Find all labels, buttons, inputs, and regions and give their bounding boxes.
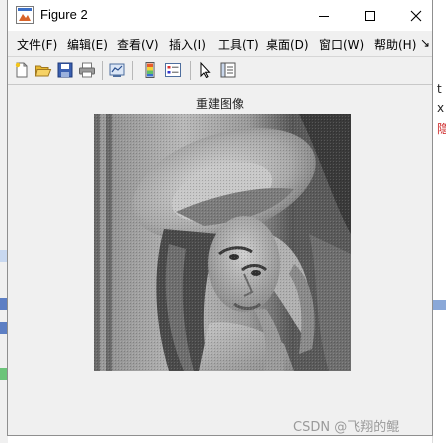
menu-tools[interactable]: 工具(T): [218, 36, 259, 53]
close-icon: [410, 10, 422, 21]
title-bar[interactable]: Figure 2: [8, 0, 432, 31]
edit-plot-arrow-icon[interactable]: [196, 61, 214, 79]
print-icon[interactable]: [78, 61, 96, 79]
menu-insert[interactable]: 插入(I): [169, 36, 206, 53]
figure-toolbar: [8, 57, 432, 85]
menu-file[interactable]: 文件(F): [17, 36, 57, 53]
link-plot-icon[interactable]: [108, 61, 126, 79]
save-icon[interactable]: [56, 61, 74, 79]
menu-window[interactable]: 窗口(W): [319, 36, 364, 53]
menu-view[interactable]: 查看(V): [117, 36, 159, 53]
window-title: Figure 2: [40, 7, 88, 22]
menu-help[interactable]: 帮助(H): [374, 36, 416, 53]
minimize-button[interactable]: [301, 0, 347, 31]
background-text: 隐: [437, 122, 446, 136]
menu-bar: 文件(F) 编辑(E) 查看(V) 插入(I) 工具(T) 桌面(D) 窗口(W…: [8, 31, 432, 57]
csdn-watermark: CSDN @飞翔的鲲: [293, 420, 400, 435]
maximize-button[interactable]: [347, 0, 393, 31]
property-inspector-icon[interactable]: [219, 61, 237, 79]
background-bar: [433, 300, 446, 310]
background-text: t: [437, 82, 442, 96]
maximize-icon: [365, 10, 375, 21]
legend-icon[interactable]: [164, 61, 182, 79]
toolbar-separator: [132, 61, 133, 80]
figure-window: Figure 2 文件(F) 编辑(E) 查看(V) 插入(I) 工具(T) 桌…: [7, 0, 433, 436]
colorbar-icon[interactable]: [141, 61, 159, 79]
reconstructed-image[interactable]: [94, 114, 351, 371]
axes-title: 重建图像: [195, 97, 244, 111]
minimize-icon: [319, 15, 329, 17]
matlab-figure-icon: [16, 6, 34, 24]
menu-overflow[interactable]: ↘: [420, 36, 430, 50]
new-figure-icon[interactable]: [13, 61, 31, 79]
close-button[interactable]: [393, 0, 439, 31]
figure-canvas[interactable]: 重建图像: [8, 85, 432, 435]
reconstructed-image-graphic: [94, 114, 351, 371]
menu-edit[interactable]: 编辑(E): [67, 36, 108, 53]
background-right-strip: t x 隐: [432, 0, 446, 443]
open-file-icon[interactable]: [34, 61, 52, 79]
toolbar-separator: [190, 61, 191, 80]
menu-desktop[interactable]: 桌面(D): [266, 36, 309, 53]
toolbar-separator: [102, 61, 103, 80]
background-text: x: [437, 101, 445, 115]
